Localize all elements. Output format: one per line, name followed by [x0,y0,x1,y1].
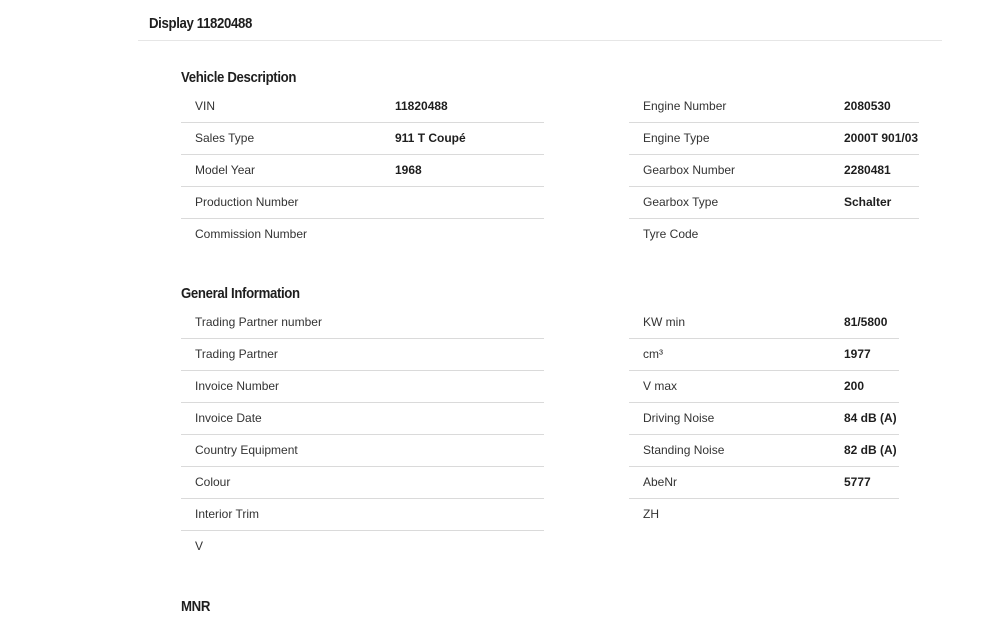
field-label: cm³ [643,347,663,361]
field-value: 2080530 [844,99,891,113]
page-title: Display 11820488 [149,15,253,32]
page-header: Display 11820488 [138,0,942,41]
table-row: Gearbox Type Schalter [629,187,919,219]
table-row: Interior Trim [181,499,544,531]
field-label: Sales Type [195,131,255,145]
field-label: Commission Number [195,227,308,241]
field-label: Invoice Date [195,411,262,425]
table-row: Colour [181,467,544,499]
field-label: VIN [195,99,216,113]
field-label: ZH [643,507,659,521]
field-label: Country Equipment [195,443,298,457]
field-label: AbeNr [643,475,678,489]
table-row: ZH [629,499,899,531]
general-information-left-column: Trading Partner number Trading Partner I… [181,307,544,563]
field-value: 11820488 [395,99,448,113]
table-row: Production Number [181,187,544,219]
field-value: 5777 [844,475,871,489]
field-label: Tyre Code [643,227,699,241]
field-label: Engine Type [643,131,710,145]
field-label: Colour [195,475,231,489]
table-row: Trading Partner [181,339,544,371]
field-label: Gearbox Type [643,195,719,209]
field-value: 1968 [395,163,422,177]
table-row: Gearbox Number 2280481 [629,155,919,187]
table-row: Sales Type 911 T Coupé [181,123,544,155]
field-label: Production Number [195,195,299,209]
table-row: Commission Number [181,219,544,251]
field-label: Trading Partner [195,347,278,361]
vehicle-description-left-column: VIN 11820488 Sales Type 911 T Coupé Mode… [181,91,544,251]
table-row: Engine Number 2080530 [629,91,919,123]
field-label: KW min [643,315,685,329]
field-label: Gearbox Number [643,163,736,177]
table-row: Country Equipment [181,435,544,467]
table-row: KW min 81/5800 [629,307,899,339]
table-row: Trading Partner number [181,307,544,339]
field-label: Model Year [195,163,256,177]
field-value: 84 dB (A) [844,411,897,425]
field-label: Interior Trim [195,507,260,521]
table-row: Invoice Date [181,403,544,435]
field-value: 911 T Coupé [395,131,466,145]
table-row: Driving Noise 84 dB (A) [629,403,899,435]
field-value: 2280481 [844,163,891,177]
table-row: cm³ 1977 [629,339,899,371]
table-row: Engine Type 2000T 901/03 [629,123,919,155]
field-label: V [195,539,204,553]
field-label: Engine Number [643,99,727,113]
field-value: 82 dB (A) [844,443,897,457]
field-value: 2000T 901/03 [844,131,919,145]
general-information-right-column: KW min 81/5800 cm³ 1977 V max 200 Drivin… [629,307,899,531]
field-value: 200 [844,379,865,393]
table-row: VIN 11820488 [181,91,544,123]
table-row: Model Year 1968 [181,155,544,187]
field-value: Schalter [844,195,892,209]
table-row: Tyre Code [629,219,919,251]
section-title-general-information: General Information [181,285,300,302]
section-title-mnr: MNR [181,598,211,615]
table-row: V [181,531,544,563]
table-row: V max 200 [629,371,899,403]
table-row: AbeNr 5777 [629,467,899,499]
table-row: Standing Noise 82 dB (A) [629,435,899,467]
table-row: Invoice Number [181,371,544,403]
field-value: 81/5800 [844,315,888,329]
vehicle-description-right-column: Engine Number 2080530 Engine Type 2000T … [629,91,919,251]
field-label: Trading Partner number [195,315,322,329]
field-label: Invoice Number [195,379,280,393]
field-label: Standing Noise [643,443,725,457]
field-value: 1977 [844,347,871,361]
section-title-vehicle-description: Vehicle Description [181,69,297,86]
field-label: Driving Noise [643,411,715,425]
field-label: V max [643,379,678,393]
